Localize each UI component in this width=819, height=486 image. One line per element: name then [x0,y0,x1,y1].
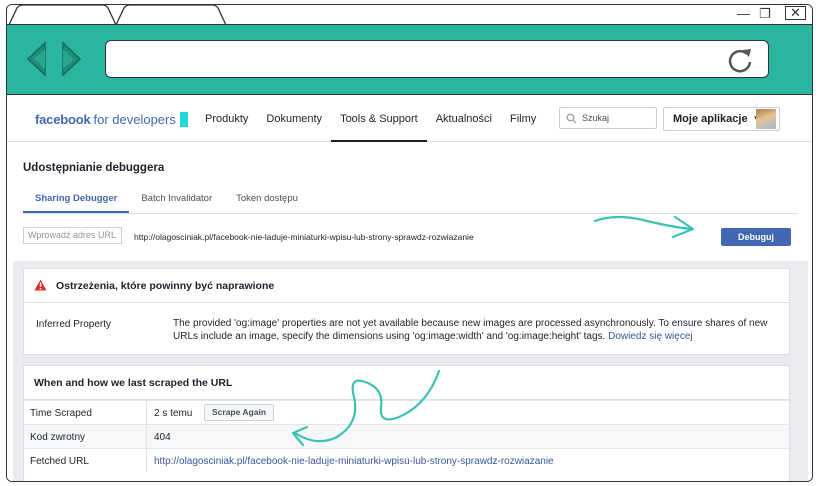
warnings-header: Ostrzeżenia, które powinny być naprawion… [24,269,789,303]
my-apps-label: Moje aplikacje [673,113,748,125]
column-divider [146,449,147,472]
logo-suffix: for developers [93,112,176,127]
forward-arrow-icon[interactable] [62,41,82,77]
fb-developers-header: facebook for developers Produkty Dokument… [7,96,812,142]
nav-dokumenty[interactable]: Dokumenty [257,96,331,142]
nav-aktualnosci[interactable]: Aktualności [427,96,501,142]
top-nav: Produkty Dokumenty Tools & Support Aktua… [196,96,545,142]
scrape-info-header: When and how we last scraped the URL [24,366,789,400]
warnings-card: Ostrzeżenia, które powinny być naprawion… [23,268,790,355]
column-divider [146,425,147,448]
browser-tab-shape[interactable] [7,5,247,25]
title-bar: — ❐ ✕ [7,5,812,25]
fetched-url-label: Fetched URL [30,456,89,467]
warnings-title: Ostrzeżenia, które powinny być naprawion… [56,280,275,292]
warning-message-block: The provided 'og:image' properties are n… [173,317,783,343]
close-icon[interactable]: ✕ [785,6,806,20]
column-divider [146,401,147,424]
response-code-value: 404 [154,432,171,443]
scrape-again-button[interactable]: Scrape Again [204,404,275,421]
url-input[interactable]: Wprowadź adres URL [23,227,122,244]
time-scraped-label: Time Scraped [30,408,92,419]
warning-property: Inferred Property [36,319,112,330]
table-row: Kod zwrotny 404 [24,424,789,448]
avatar[interactable] [756,109,776,129]
maximize-icon[interactable]: ❐ [759,7,771,21]
search-icon [566,113,577,124]
table-row: Fetched URL http://olagosciniak.pl/faceb… [24,448,789,472]
browser-toolbar [7,25,812,95]
back-arrow-icon[interactable] [26,41,46,77]
fetched-url-link[interactable]: http://olagosciniak.pl/facebook-nie-ladu… [154,456,554,467]
response-code-label: Kod zwrotny [30,432,86,443]
debugger-tabs: Sharing Debugger Batch Invalidator Token… [23,185,310,213]
minimize-icon[interactable]: — [737,7,750,21]
time-scraped-value: 2 s temu [154,408,193,419]
search-placeholder: Szukaj [582,113,610,123]
warning-icon [34,279,47,291]
address-bar[interactable] [105,40,769,78]
tab-sharing-debugger[interactable]: Sharing Debugger [23,185,130,213]
search-input[interactable]: Szukaj [559,107,657,129]
my-apps-dropdown[interactable]: Moje aplikacje▼ [663,107,780,131]
debug-button[interactable]: Debuguj [721,228,791,246]
logo-brand: facebook [35,112,91,127]
logo-highlight [179,112,188,127]
nav-filmy[interactable]: Filmy [501,96,545,142]
nav-produkty[interactable]: Produkty [196,96,257,142]
fb-developers-logo[interactable]: facebook for developers [35,112,188,127]
tab-batch-invalidator[interactable]: Batch Invalidator [129,185,224,213]
tabs-divider [23,213,798,214]
nav-arrows [26,41,82,77]
page-title: Udostępnianie debuggera [23,162,165,174]
main-content: Udostępnianie debuggera Sharing Debugger… [7,143,812,481]
entered-url: http://olagosciniak.pl/facebook-nie-ladu… [134,232,474,242]
nav-tools-support[interactable]: Tools & Support [331,96,427,142]
tab-access-token[interactable]: Token dostępu [224,185,310,213]
scrape-info-card: When and how we last scraped the URL Tim… [23,365,790,481]
table-row: Time Scraped 2 s temu Scrape Again [24,400,789,424]
learn-more-link[interactable]: Dowiedz się więcej [608,331,692,342]
browser-window: — ❐ ✕ facebook for developers Produkty D… [6,4,813,482]
reload-icon[interactable] [726,46,754,74]
